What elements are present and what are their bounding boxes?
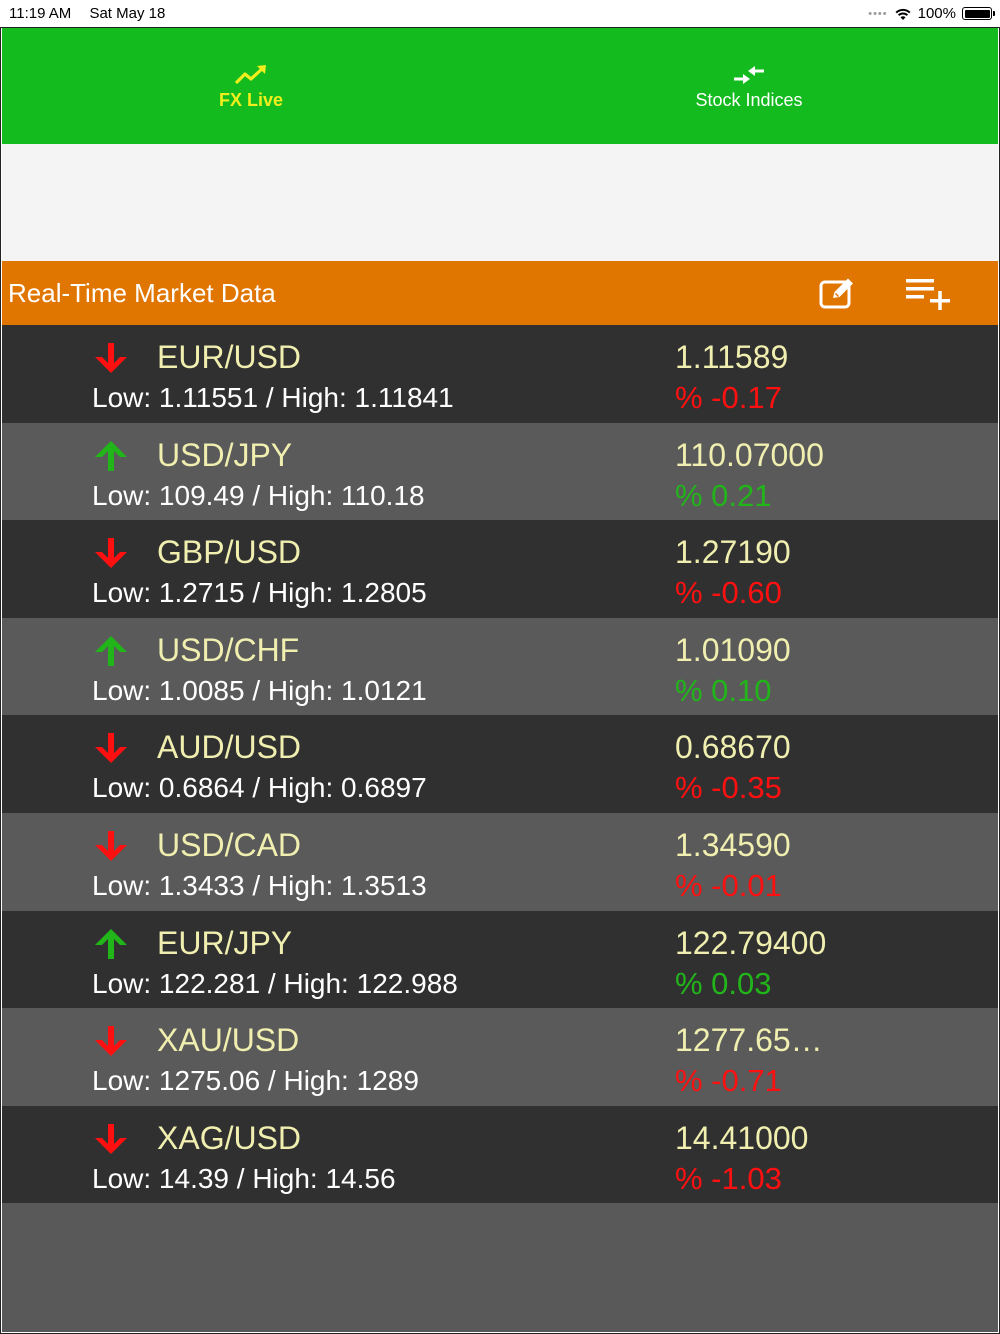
status-date: Sat May 18: [89, 5, 166, 22]
current-price: 110.07000: [675, 436, 824, 473]
low-high-range: Low: 1275.06 / High: 1289: [92, 1065, 419, 1097]
currency-pair: XAG/USD: [157, 1119, 302, 1156]
low-high-range: Low: 1.3433 / High: 1.3513: [92, 869, 427, 901]
add-to-list-button[interactable]: [898, 268, 958, 318]
battery-fill: [964, 9, 990, 18]
wifi-icon: [895, 8, 911, 20]
cellular-dots-icon: ••••: [868, 7, 888, 20]
percent-change: % -0.71: [675, 1063, 782, 1099]
currency-pair: USD/JPY: [157, 436, 293, 473]
current-price: 1.01090: [675, 631, 791, 668]
playlist-add-icon: [906, 279, 950, 310]
percent-change: % 0.03: [675, 965, 772, 1001]
rate-row[interactable]: XAU/USD Low: 1275.06 / High: 1289 1277.65……: [2, 1008, 998, 1106]
current-price: 1.27190: [675, 534, 791, 571]
status-left: 11:19 AM Sat May 18: [9, 5, 179, 22]
low-high-range: Low: 122.281 / High: 122.988: [92, 967, 458, 999]
edit-button[interactable]: [808, 268, 868, 318]
status-bar: 11:19 AM Sat May 18 •••• 100%: [0, 0, 1000, 27]
currency-pair: XAU/USD: [157, 1022, 300, 1059]
battery-tip: [993, 11, 995, 16]
low-high-range: Low: 14.39 / High: 14.56: [92, 1162, 396, 1194]
battery-percent: 100%: [917, 5, 956, 22]
low-high-range: Low: 1.11551 / High: 1.11841: [92, 382, 454, 413]
percent-change: % -1.03: [675, 1160, 782, 1196]
current-price: 1.34590: [675, 826, 791, 863]
rate-list: EUR/USD Low: 1.11551 / High: 1.11841 1.115…: [2, 325, 998, 1332]
arrow-up-icon: [95, 440, 127, 471]
current-price: 0.68670: [675, 729, 791, 766]
percent-change: % -0.17: [675, 380, 782, 415]
tab-stock-indices[interactable]: Stock Indices: [500, 28, 998, 144]
rate-row[interactable]: XAG/USD Low: 14.39 / High: 14.56 14.41000%…: [2, 1105, 998, 1204]
low-high-range: Low: 109.49 / High: 110.18: [92, 479, 425, 511]
currency-pair: EUR/JPY: [157, 924, 293, 961]
arrow-up-icon: [95, 635, 127, 666]
battery-icon: [962, 7, 995, 20]
current-price: 1.11589: [675, 339, 789, 375]
currency-pair: USD/CHF: [157, 631, 300, 668]
arrow-down-icon: [95, 1123, 127, 1154]
rate-row[interactable]: GBP/USD Low: 1.2715 / High: 1.2805 1.27190…: [2, 520, 998, 618]
low-high-range: Low: 0.6864 / High: 0.6897: [92, 772, 427, 804]
currency-pair: EUR/USD: [157, 339, 302, 375]
currency-pair: GBP/USD: [157, 534, 302, 571]
percent-change: % -0.60: [675, 575, 782, 611]
rate-row[interactable]: EUR/USD Low: 1.11551 / High: 1.11841 1.115…: [2, 325, 998, 423]
arrow-down-icon: [95, 538, 127, 569]
percent-change: % -0.01: [675, 867, 782, 903]
percent-change: % 0.10: [675, 672, 772, 708]
tab-fx-live-label: FX Live: [218, 89, 284, 110]
low-high-range: Low: 1.2715 / High: 1.2805: [92, 577, 427, 609]
currency-pair: AUD/USD: [157, 729, 302, 766]
current-price: 122.79400: [675, 924, 827, 961]
arrow-down-icon: [95, 343, 127, 373]
percent-change: % -0.35: [675, 770, 782, 806]
rate-row[interactable]: EUR/JPY Low: 122.281 / High: 122.988 122.7…: [2, 910, 998, 1009]
ad-banner: [2, 144, 998, 261]
arrow-down-icon: [95, 830, 127, 861]
rate-row[interactable]: AUD/USD Low: 0.6864 / High: 0.6897 0.68670…: [2, 715, 998, 813]
arrow-up-icon: [95, 928, 127, 959]
status-time: 11:19 AM: [9, 5, 72, 22]
section-title: Real-Time Market Data: [8, 277, 276, 308]
tab-bar: FX Live Stock Indices: [2, 28, 998, 144]
status-right: •••• 100%: [868, 5, 995, 22]
edit-icon: [819, 278, 853, 309]
trending-up-icon: [234, 64, 266, 84]
current-price: 14.41000: [675, 1119, 809, 1156]
rate-row[interactable]: USD/JPY Low: 109.49 / High: 110.18 110.070…: [2, 422, 998, 521]
percent-change: % 0.21: [675, 477, 772, 513]
rate-row[interactable]: USD/CAD Low: 1.3433 / High: 1.3513 1.34590…: [2, 812, 998, 911]
arrow-down-icon: [95, 733, 127, 764]
currency-pair: USD/CAD: [157, 826, 302, 863]
section-header: Real-Time Market Data: [2, 261, 998, 325]
current-price: 1277.65…: [675, 1022, 823, 1059]
arrow-down-icon: [95, 1026, 127, 1057]
low-high-range: Low: 1.0085 / High: 1.0121: [92, 674, 427, 706]
tab-stock-indices-label: Stock Indices: [695, 89, 803, 110]
rate-row[interactable]: USD/CHF Low: 1.0085 / High: 1.0121 1.01090…: [2, 617, 998, 716]
swap-arrows-icon: [734, 65, 764, 84]
tab-fx-live[interactable]: FX Live: [2, 28, 500, 144]
